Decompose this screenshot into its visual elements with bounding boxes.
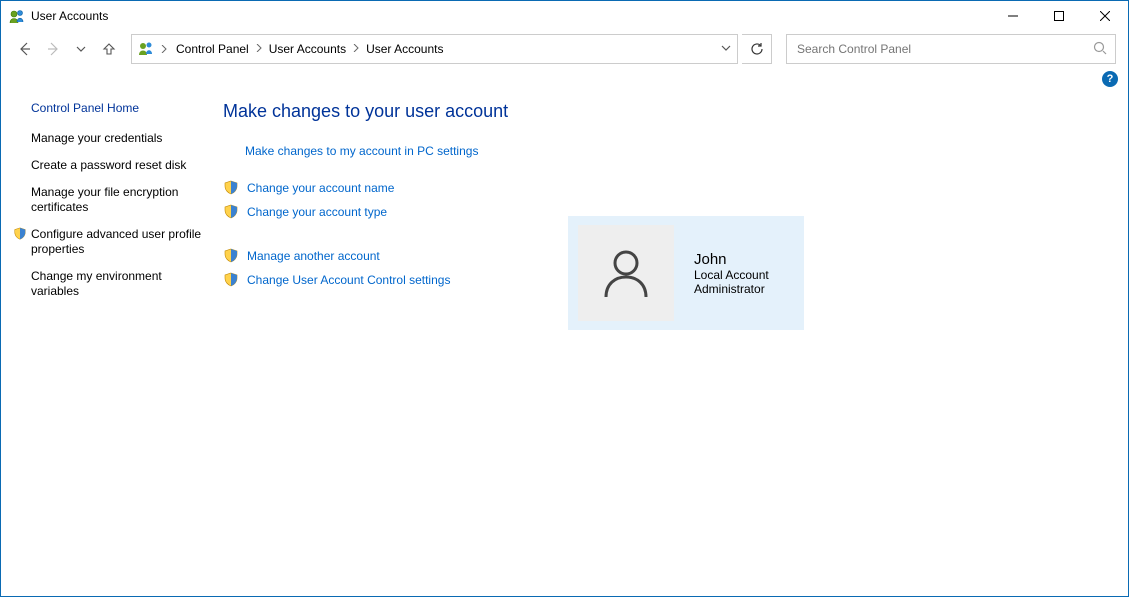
shield-icon	[223, 248, 239, 264]
minimize-button[interactable]	[990, 1, 1036, 31]
user-avatar	[578, 225, 674, 321]
breadcrumb-item[interactable]: Control Panel	[174, 40, 251, 58]
user-accounts-app-icon	[9, 8, 25, 24]
link-change-account-name[interactable]: Change your account name	[223, 180, 1116, 196]
user-role: Administrator	[694, 282, 769, 296]
shield-icon	[223, 272, 239, 288]
refresh-button[interactable]	[742, 34, 772, 64]
page-heading: Make changes to your user account	[223, 101, 1116, 122]
shield-icon	[13, 227, 27, 241]
breadcrumb: Control Panel User Accounts User Account…	[174, 40, 445, 58]
search-icon	[1093, 41, 1107, 58]
user-info: John Local Account Administrator	[694, 251, 769, 296]
sidebar-item-advanced-profile[interactable]: Configure advanced user profile properti…	[31, 227, 213, 257]
current-user-card: John Local Account Administrator	[568, 216, 804, 330]
content-area: Control Panel Home Manage your credentia…	[1, 87, 1128, 596]
sidebar-item-manage-credentials[interactable]: Manage your credentials	[31, 131, 213, 146]
shield-icon	[223, 204, 239, 220]
chevron-right-icon	[255, 44, 263, 55]
close-button[interactable]	[1082, 1, 1128, 31]
nav-toolbar: Control Panel User Accounts User Account…	[1, 31, 1128, 67]
help-button[interactable]: ?	[1102, 71, 1118, 87]
back-button[interactable]	[13, 37, 37, 61]
link-label[interactable]: Change your account name	[247, 181, 394, 195]
breadcrumb-item[interactable]: User Accounts	[364, 40, 445, 58]
sidebar-item-password-reset-disk[interactable]: Create a password reset disk	[31, 158, 213, 173]
maximize-button[interactable]	[1036, 1, 1082, 31]
sidebar-item-label: Change my environment variables	[31, 269, 203, 299]
search-box[interactable]	[786, 34, 1116, 64]
breadcrumb-item[interactable]: User Accounts	[267, 40, 348, 58]
user-account-type: Local Account	[694, 268, 769, 282]
address-bar-icon	[138, 40, 154, 59]
link-label[interactable]: Change User Account Control settings	[247, 273, 450, 287]
chevron-right-icon	[160, 42, 168, 56]
sidebar: Control Panel Home Manage your credentia…	[13, 95, 213, 584]
shield-icon	[223, 180, 239, 196]
sidebar-item-env-variables[interactable]: Change my environment variables	[31, 269, 213, 299]
sidebar-item-label: Manage your file encryption certificates	[31, 185, 203, 215]
control-panel-home-link[interactable]: Control Panel Home	[31, 101, 213, 115]
sidebar-item-label: Configure advanced user profile properti…	[31, 227, 203, 257]
user-name: John	[694, 251, 769, 268]
account-actions-group: Change your account name Change your acc…	[223, 180, 1116, 220]
pc-settings-link[interactable]: Make changes to my account in PC setting…	[245, 144, 478, 158]
chevron-right-icon	[352, 44, 360, 55]
address-history-button[interactable]	[721, 42, 731, 56]
up-button[interactable]	[97, 37, 121, 61]
window-frame: User Accounts	[0, 0, 1129, 597]
help-row: ?	[1, 67, 1128, 87]
forward-button[interactable]	[41, 37, 65, 61]
link-label[interactable]: Manage another account	[247, 249, 380, 263]
main-panel: Make changes to your user account Make c…	[213, 95, 1116, 584]
sidebar-item-file-encryption-certs[interactable]: Manage your file encryption certificates	[31, 185, 213, 215]
address-bar[interactable]: Control Panel User Accounts User Account…	[131, 34, 738, 64]
window-title: User Accounts	[31, 9, 108, 23]
sidebar-item-label: Manage your credentials	[31, 131, 162, 146]
sidebar-item-label: Create a password reset disk	[31, 158, 186, 173]
link-label[interactable]: Change your account type	[247, 205, 387, 219]
recent-locations-button[interactable]	[69, 37, 93, 61]
titlebar: User Accounts	[1, 1, 1128, 31]
search-input[interactable]	[795, 41, 1093, 57]
